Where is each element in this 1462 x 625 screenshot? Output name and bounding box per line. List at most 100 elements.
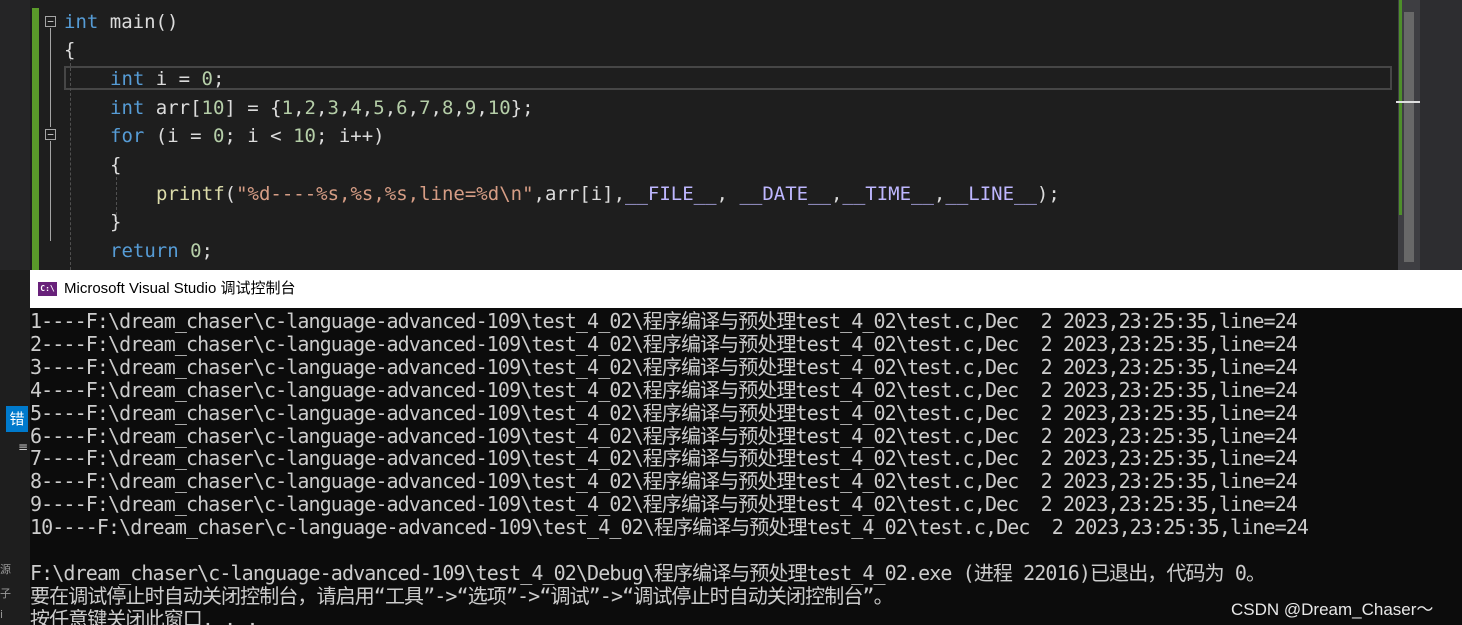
console-title: Microsoft Visual Studio 调试控制台 [64, 280, 296, 297]
code-token: 1 [281, 97, 294, 119]
console-output-line: 2----F:\dream_chaser\c-language-advanced… [30, 331, 1298, 356]
indent-guide [70, 58, 71, 270]
code-token: 10 [293, 125, 316, 147]
code-token: , [933, 183, 946, 205]
code-token: , [430, 97, 442, 119]
console-output-line: 3----F:\dream_chaser\c-language-advanced… [30, 354, 1298, 379]
code-token: arr[ [144, 97, 202, 119]
code-token: __TIME__ [842, 183, 934, 205]
code-token: __FILE__ [625, 183, 717, 205]
code-token: 5 [373, 97, 385, 119]
code-line[interactable]: for (i = 0; i < 10; i++) [110, 124, 385, 148]
console-output-line: 按任意键关闭此窗口. . . [30, 606, 259, 625]
menu-icon[interactable]: ≡ [18, 440, 28, 454]
console-titlebar[interactable]: C:\ Microsoft Visual Studio 调试控制台 [30, 270, 1462, 308]
console-output-line: 4----F:\dream_chaser\c-language-advanced… [30, 377, 1298, 402]
code-token: ; [212, 68, 225, 90]
code-token: ); [1036, 183, 1060, 205]
current-line-highlight [64, 66, 1392, 90]
code-token: }; [510, 97, 534, 119]
code-token: 6 [396, 97, 408, 119]
code-token: , [338, 97, 351, 119]
code-token: 10 [201, 97, 225, 119]
code-line[interactable]: int arr[10] = {1,2,3,4,5,6,7,8,9,10}; [110, 96, 534, 120]
code-token: , [361, 97, 374, 119]
code-token: { [64, 39, 76, 61]
console-output-line: 5----F:\dream_chaser\c-language-advanced… [30, 400, 1298, 425]
code-token: 7 [419, 97, 431, 119]
code-line[interactable]: int main() [64, 10, 178, 34]
scrollbar-change-marker [1399, 0, 1402, 215]
change-indicator-bar [32, 8, 39, 270]
code-token: ] = { [224, 97, 282, 119]
code-line[interactable]: { [64, 38, 75, 62]
code-token: printf [156, 183, 225, 205]
code-token: "%d----%s,%s,%s,line=%d\n" [236, 183, 534, 205]
console-output-line: 1----F:\dream_chaser\c-language-advanced… [30, 309, 1298, 333]
code-token: __DATE__ [739, 183, 831, 205]
partial-text: 子 [0, 587, 11, 600]
code-token: 8 [441, 97, 454, 119]
code-token: ; [201, 240, 213, 262]
scrollbar-thumb[interactable] [1404, 12, 1414, 262]
code-token: 4 [350, 97, 362, 119]
code-token: (i = [144, 125, 213, 147]
code-token: 3 [327, 97, 339, 119]
code-token: , [830, 183, 843, 205]
code-token: int [64, 11, 99, 33]
code-token: , [293, 97, 305, 119]
editor-left-strip [0, 0, 30, 270]
code-token: ; i++) [315, 125, 385, 147]
code-token: ( [224, 183, 237, 205]
fold-guide-line [50, 28, 51, 127]
code-token: , [453, 97, 465, 119]
console-output-line: 7----F:\dream_chaser\c-language-advanced… [30, 446, 1298, 471]
code-line[interactable]: printf("%d----%s,%s,%s,line=%d\n",arr[i]… [156, 182, 1060, 206]
console-output-line: 10----F:\dream_chaser\c-language-advance… [30, 515, 1309, 540]
console-output-line: 9----F:\dream_chaser\c-language-advanced… [30, 492, 1298, 517]
code-token: , [716, 183, 740, 205]
code-line[interactable]: return 0; [110, 239, 213, 263]
code-token: 9 [464, 97, 477, 119]
code-token: 2 [304, 97, 316, 119]
collapse-for-icon[interactable]: − [45, 129, 56, 140]
code-token: { [110, 154, 122, 176]
code-token: main() [98, 11, 179, 33]
code-token: } [110, 211, 122, 233]
watermark: CSDN @Dream_Chaser～ [1231, 600, 1434, 619]
code-token: int [110, 97, 145, 119]
fold-guide-line [50, 141, 51, 241]
code-token: return [110, 240, 179, 262]
code-line[interactable]: } [110, 210, 121, 234]
code-token: int [110, 68, 145, 90]
console-output-line: 6----F:\dream_chaser\c-language-advanced… [30, 423, 1298, 448]
partial-text: i [0, 608, 4, 621]
code-line[interactable]: int i = 0; [110, 67, 224, 91]
code-token: , [315, 97, 328, 119]
code-token: , [407, 97, 420, 119]
collapse-main-icon[interactable]: − [45, 16, 56, 27]
code-token: ,arr[i], [533, 183, 626, 205]
partial-text: 源 [0, 563, 11, 576]
code-token: 0 [190, 240, 202, 262]
code-editor[interactable]: − − int main(){int i = 0; int arr[10] = {… [0, 0, 1462, 270]
console-output-line: 要在调试停止时自动关闭控制台，请启用“工具”->“选项”->“调试”->“调试停… [30, 583, 894, 608]
right-panel-strip [1420, 0, 1462, 270]
code-token: , [476, 97, 488, 119]
code-token: __LINE__ [945, 183, 1037, 205]
code-token: , [384, 97, 397, 119]
code-token: 10 [487, 97, 511, 119]
scrollbar-caret-marker [1396, 101, 1420, 103]
code-token: for [110, 125, 145, 147]
code-token: 0 [212, 125, 225, 147]
code-line[interactable]: { [110, 153, 121, 177]
code-token: ; i < [224, 125, 294, 147]
code-token: i = [144, 68, 202, 90]
console-output-line: 8----F:\dream_chaser\c-language-advanced… [30, 469, 1298, 494]
console-app-icon: C:\ [38, 282, 57, 296]
debug-console-window[interactable]: C:\ Microsoft Visual Studio 调试控制台 1----F… [30, 270, 1462, 625]
console-output-line: F:\dream_chaser\c-language-advanced-109\… [30, 560, 1266, 585]
code-token: 0 [201, 68, 213, 90]
error-list-tab[interactable]: 错 [6, 406, 28, 432]
